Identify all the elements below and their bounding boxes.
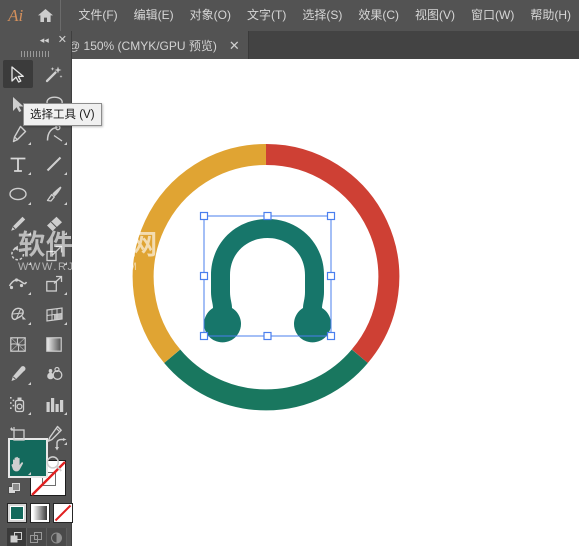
free-transform-tool-icon[interactable] bbox=[36, 269, 72, 299]
tool-flyout-indicator bbox=[64, 412, 67, 415]
handle-middle-right bbox=[326, 271, 336, 281]
panel-drag-handle[interactable] bbox=[0, 49, 71, 59]
color-mode-button[interactable] bbox=[7, 503, 27, 523]
mesh-tool-icon[interactable] bbox=[0, 329, 36, 359]
scale-tool-icon[interactable] bbox=[36, 239, 72, 269]
magic-wand-tool-icon[interactable] bbox=[36, 59, 72, 89]
handle-bottom-right bbox=[326, 331, 336, 341]
tool-flyout-indicator bbox=[64, 172, 67, 175]
close-icon[interactable]: ✕ bbox=[58, 34, 67, 46]
menu-help[interactable]: 帮助(H) bbox=[522, 0, 579, 31]
menu-window[interactable]: 窗口(W) bbox=[463, 0, 522, 31]
tool-flyout-indicator bbox=[64, 232, 67, 235]
artwork-svg bbox=[132, 143, 400, 411]
draw-inside-button[interactable] bbox=[47, 528, 67, 546]
tool-flyout-indicator bbox=[64, 322, 67, 325]
menu-file[interactable]: 文件(F) bbox=[70, 0, 125, 31]
rotate-tool-icon[interactable] bbox=[0, 239, 36, 269]
perspective-grid-tool-icon[interactable] bbox=[36, 299, 72, 329]
draw-behind-button[interactable] bbox=[27, 528, 47, 546]
menubar-divider bbox=[59, 0, 61, 31]
home-icon[interactable] bbox=[31, 0, 59, 31]
tool-flyout-indicator bbox=[64, 262, 67, 265]
fill-mode-buttons bbox=[7, 503, 73, 523]
tool-flyout-indicator bbox=[28, 202, 31, 205]
tool-flyout-indicator bbox=[28, 382, 31, 385]
pencil-tool-icon[interactable] bbox=[0, 209, 36, 239]
tool-flyout-indicator bbox=[28, 472, 31, 475]
handle-bottom-center bbox=[263, 331, 272, 341]
none-mode-button[interactable] bbox=[53, 503, 73, 523]
ellipse-tool-icon[interactable] bbox=[0, 179, 36, 209]
donut-segment-green bbox=[164, 349, 368, 411]
collapse-icon[interactable]: ◂◂ bbox=[40, 35, 49, 45]
tool-flyout-indicator bbox=[28, 412, 31, 415]
draw-mode-buttons bbox=[7, 528, 67, 546]
line-segment-tool-icon[interactable] bbox=[36, 149, 72, 179]
blend-tool-icon[interactable] bbox=[36, 359, 72, 389]
tool-flyout-indicator bbox=[28, 322, 31, 325]
menu-object[interactable]: 对象(O) bbox=[182, 0, 239, 31]
default-fill-stroke-icon[interactable] bbox=[8, 483, 21, 501]
tool-flyout-indicator bbox=[28, 142, 31, 145]
tool-flyout-indicator bbox=[28, 232, 31, 235]
draw-normal-button[interactable] bbox=[7, 528, 27, 546]
tool-flyout-indicator bbox=[64, 142, 67, 145]
menu-item-list: 文件(F) 编辑(E) 对象(O) 文字(T) 选择(S) 效果(C) 视图(V… bbox=[70, 0, 579, 31]
gradient-mode-button[interactable] bbox=[30, 503, 50, 523]
handle-top-right bbox=[326, 211, 336, 221]
handle-middle-left bbox=[199, 271, 209, 281]
tool-flyout-indicator bbox=[64, 442, 67, 445]
artboard-canvas[interactable] bbox=[72, 59, 579, 546]
tool-flyout-indicator bbox=[28, 292, 31, 295]
illustrator-window: Ai 文件(F) 编辑(E) 对象(O) 文字(T) 选择(S) 效果(C) 视… bbox=[0, 0, 579, 546]
document-tab-bar: @ 150% (CMYK/GPU 预览) ✕ bbox=[0, 31, 579, 59]
horseshoe-path bbox=[204, 219, 331, 343]
document-tab[interactable]: @ 150% (CMYK/GPU 预览) ✕ bbox=[62, 31, 249, 59]
gradient-tool-icon[interactable] bbox=[36, 329, 72, 359]
eraser-tool-icon[interactable] bbox=[36, 209, 72, 239]
tool-flyout-indicator bbox=[64, 292, 67, 295]
horseshoe-shape[interactable] bbox=[204, 219, 331, 343]
handle-top-center bbox=[263, 211, 272, 221]
tools-panel-header: ◂◂ ✕ bbox=[0, 31, 71, 49]
menu-bar: Ai 文件(F) 编辑(E) 对象(O) 文字(T) 选择(S) 效果(C) 视… bbox=[0, 0, 579, 31]
menu-type[interactable]: 文字(T) bbox=[239, 0, 294, 31]
width-tool-icon[interactable] bbox=[0, 269, 36, 299]
selection-tool-icon[interactable] bbox=[0, 59, 36, 89]
shape-builder-tool-icon[interactable] bbox=[0, 299, 36, 329]
menu-edit[interactable]: 编辑(E) bbox=[126, 0, 182, 31]
type-tool-icon[interactable] bbox=[0, 149, 36, 179]
donut-chart[interactable] bbox=[132, 143, 400, 411]
handle-top-left bbox=[199, 211, 209, 221]
menu-view[interactable]: 视图(V) bbox=[407, 0, 463, 31]
eyedropper-tool-icon[interactable] bbox=[0, 359, 36, 389]
ai-logo: Ai bbox=[8, 5, 24, 25]
paintbrush-tool-icon[interactable] bbox=[36, 179, 72, 209]
tool-flyout-indicator bbox=[28, 262, 31, 265]
grip-dots bbox=[20, 51, 51, 57]
menu-select[interactable]: 选择(S) bbox=[294, 0, 350, 31]
close-icon[interactable]: ✕ bbox=[229, 39, 240, 52]
tool-flyout-indicator bbox=[64, 202, 67, 205]
tool-flyout-indicator bbox=[28, 172, 31, 175]
tool-tooltip: 选择工具 (V) bbox=[23, 103, 102, 126]
menu-effect[interactable]: 效果(C) bbox=[350, 0, 407, 31]
handle-bottom-left bbox=[199, 331, 209, 341]
document-tab-label: @ 150% (CMYK/GPU 预览) bbox=[68, 38, 217, 53]
